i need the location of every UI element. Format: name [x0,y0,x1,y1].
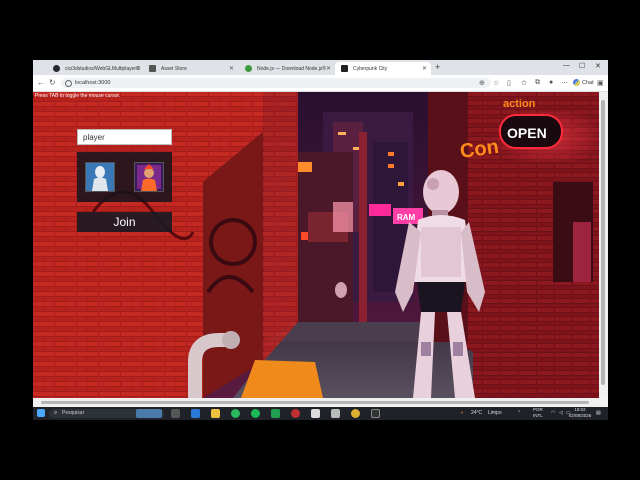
close-icon[interactable]: ✕ [326,65,331,72]
scrollbar-thumb[interactable] [601,100,605,385]
file-explorer-icon[interactable] [211,409,220,418]
address-bar: ← ↻ localhost:3000 ⊕ ☆ ▯ ✩ ⧉ ● ⋯ Chat ▣ [33,75,608,92]
nodejs-icon [245,65,252,72]
weather-text[interactable]: Limpo [488,409,502,418]
whatsapp-icon[interactable] [231,409,240,418]
favorites-icon[interactable]: ✩ [521,79,527,87]
reload-icon[interactable]: ↻ [49,78,56,87]
search-icon: ⌕ [54,410,58,416]
volume-icon[interactable]: ◁ [559,409,563,418]
robot-avatar-icon [86,163,114,191]
search-placeholder: Pesquisar [62,410,85,416]
punk-avatar-icon [135,163,163,191]
chat-label: Chat [582,79,594,86]
unity-editor-icon[interactable] [331,409,340,418]
weather-icon: ◐ [461,410,465,416]
vertical-scrollbar[interactable] [599,92,608,398]
lang-line2: INTL [533,413,543,418]
task-view-icon[interactable] [171,409,180,418]
player-name-input[interactable] [77,129,172,145]
recorder-icon[interactable] [291,409,300,418]
minimize-icon[interactable]: — [563,62,570,69]
temperature[interactable]: 24°C [471,409,482,418]
site-info-icon[interactable] [65,80,72,87]
join-button[interactable]: Join [77,212,172,232]
close-icon[interactable]: ✕ [229,65,234,72]
split-screen-icon[interactable]: ▯ [507,79,511,87]
mouse-cursor-hint: Press TAB to toggle the mouse cursor. [35,93,121,99]
excel-icon[interactable] [271,409,280,418]
url-field[interactable]: localhost:3000 [61,78,491,88]
spotify-icon[interactable] [251,409,260,418]
back-icon[interactable]: ← [37,78,45,87]
date: 02/08/2026 [568,413,592,418]
sidebar-toggle-icon[interactable]: ▣ [597,79,604,87]
tab-label: Cyberpunk City [353,65,388,72]
chrome-icon[interactable] [351,409,360,418]
copilot-chat-button[interactable]: Chat [573,79,594,86]
tab-label: Asset Store [161,65,187,72]
tab-asset-store[interactable]: Asset Store ✕ [143,62,238,75]
close-window-icon[interactable]: ✕ [595,62,601,70]
avatar-option-robot[interactable] [85,162,115,192]
maximize-icon[interactable]: ☐ [579,62,585,70]
install-app-icon[interactable]: ⊕ [479,79,485,87]
unity-icon [341,65,348,72]
close-icon[interactable]: ✕ [422,65,427,72]
windows-taskbar: ⌕ Pesquisar ◐ 24°C Limpo ⌃ POR INTL ◠ ◁ … [33,407,608,420]
open-sign: OPEN [507,125,547,141]
sign-small: RAM [397,213,416,222]
scrollbar-thumb[interactable] [41,401,589,404]
close-icon[interactable]: ✕ [136,65,141,72]
search-highlight-image [136,409,162,418]
more-icon[interactable]: ⋯ [561,79,568,87]
input-language[interactable]: POR INTL [533,407,543,419]
game-canvas[interactable]: RAM OPEN Con action Press TAB to toggle … [33,92,599,398]
github-icon [53,65,60,72]
tab-strip: cici3dstudios/WebGLMultiplayerC ✕ Asset … [33,60,608,75]
screen: cici3dstudios/WebGLMultiplayerC ✕ Asset … [33,60,608,420]
tray-chevron-icon[interactable]: ⌃ [517,409,521,418]
avatar-selector [77,152,172,202]
lang-line1: POR [533,407,543,412]
unity-hub-icon[interactable] [311,409,320,418]
copilot-icon [573,79,580,86]
new-tab-button[interactable]: + [435,62,440,72]
tab-label: Node.js — Download Node.js® [257,65,326,72]
unity-icon [149,65,156,72]
tab-nodejs[interactable]: Node.js — Download Node.js® ✕ [239,62,335,75]
tab-github[interactable]: cici3dstudios/WebGLMultiplayerC ✕ [47,62,145,75]
clock[interactable]: 18:02 02/08/2026 [568,407,592,419]
profile-icon[interactable]: ● [549,79,553,86]
wifi-icon[interactable]: ◠ [551,409,555,418]
collections-icon[interactable]: ⧉ [535,79,540,87]
terminal-icon[interactable] [371,409,380,418]
tab-label: cici3dstudios/WebGLMultiplayerC [65,65,140,72]
avatar-option-punk[interactable] [134,162,164,192]
edge-icon[interactable] [191,409,200,418]
windows-start-icon[interactable] [37,409,45,417]
neon-sign-top: action [503,98,536,110]
notification-icon[interactable]: ▤ [596,409,601,418]
url-text: localhost:3000 [75,80,111,86]
tab-cyberpunk-city[interactable]: Cyberpunk City ✕ [335,62,431,75]
star-icon[interactable]: ☆ [493,79,499,87]
horizontal-scrollbar[interactable] [33,398,599,407]
time: 18:02 [574,407,586,412]
